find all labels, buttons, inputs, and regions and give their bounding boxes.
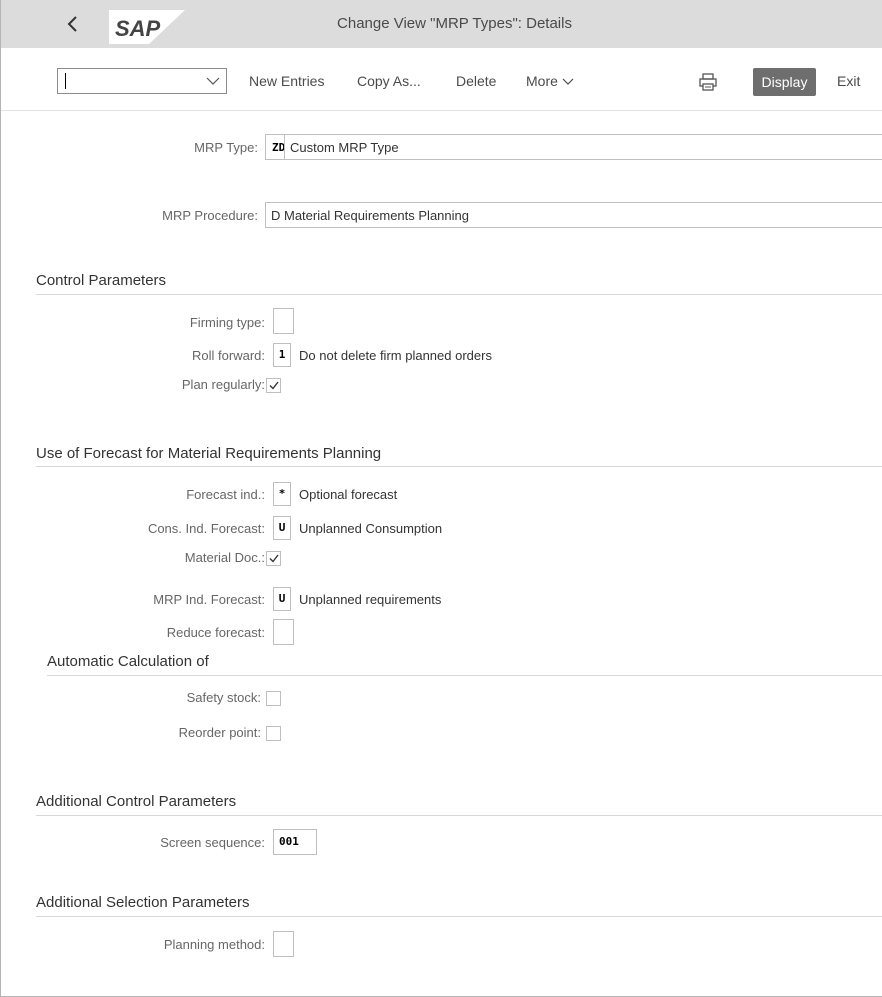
material-doc-label: Material Doc.: [184, 550, 265, 565]
printer-icon[interactable] [698, 72, 718, 92]
reorder-point-label: Reorder point: [178, 725, 261, 740]
chevron-down-icon [562, 78, 574, 86]
screen-sequence-label: Screen sequence: [160, 835, 265, 850]
mrp-procedure-field[interactable]: D Material Requirements Planning [265, 202, 882, 228]
back-button[interactable] [59, 10, 87, 38]
cons-ind-forecast-description: Unplanned Consumption [299, 521, 443, 536]
firming-type-input[interactable] [273, 308, 294, 334]
reduce-forecast-label: Reduce forecast: [166, 625, 265, 640]
section-divider [36, 466, 882, 467]
cons-ind-forecast-label: Cons. Ind. Forecast: [147, 521, 265, 536]
forecast-ind-label: Forecast ind.: [186, 487, 265, 502]
more-button[interactable]: More [526, 68, 574, 94]
planning-method-label: Planning method: [163, 937, 265, 952]
checkmark-icon [269, 381, 279, 390]
forecast-ind-description: Optional forecast [299, 487, 398, 502]
roll-forward-input[interactable]: 1 [273, 343, 291, 367]
forecast-ind-input[interactable]: * [273, 482, 291, 506]
logo-text: SAP [115, 16, 161, 41]
toolbar: New Entries Copy As... Delete More Displ… [1, 48, 882, 111]
app-window: Change View "MRP Types": Details SAP New… [0, 0, 882, 997]
checkmark-icon [269, 554, 279, 563]
section-additional-selection: Additional Selection Parameters [36, 894, 250, 911]
safety-stock-checkbox[interactable] [266, 691, 281, 706]
exit-button[interactable]: Exit [837, 68, 860, 94]
mrp-procedure-value: D Material Requirements Planning [271, 208, 469, 223]
sap-logo: SAP [109, 10, 185, 44]
copy-as-button[interactable]: Copy As... [357, 68, 421, 94]
section-divider [36, 294, 882, 295]
new-entries-button[interactable]: New Entries [249, 68, 324, 94]
field-divider [284, 135, 285, 159]
mrp-type-label: MRP Type: [194, 140, 258, 155]
section-control-parameters: Control Parameters [36, 272, 167, 289]
reorder-point-checkbox[interactable] [266, 726, 281, 741]
safety-stock-label: Safety stock: [186, 690, 261, 705]
cons-ind-forecast-input[interactable]: U [273, 516, 291, 540]
plan-regularly-label: Plan regularly: [181, 377, 265, 392]
reduce-forecast-input[interactable] [273, 619, 294, 645]
chevron-down-icon[interactable] [206, 76, 220, 86]
chevron-left-icon [67, 16, 77, 32]
mrp-type-description: Custom MRP Type [290, 140, 399, 155]
section-divider [47, 675, 882, 676]
mrp-type-field[interactable]: ZD Custom MRP Type [265, 134, 882, 160]
mrp-ind-forecast-label: MRP Ind. Forecast: [153, 592, 265, 607]
text-caret [65, 73, 66, 89]
section-additional-control: Additional Control Parameters [36, 793, 237, 810]
material-doc-checkbox[interactable] [266, 551, 281, 566]
mrp-ind-forecast-description: Unplanned requirements [299, 592, 442, 607]
section-divider [36, 815, 882, 816]
delete-button[interactable]: Delete [456, 68, 496, 94]
section-forecast: Use of Forecast for Material Requirement… [36, 445, 382, 462]
screen-sequence-input[interactable]: 001 [273, 829, 317, 855]
plan-regularly-checkbox[interactable] [266, 378, 281, 393]
section-automatic-calculation: Automatic Calculation of [47, 653, 209, 670]
roll-forward-description: Do not delete firm planned orders [299, 348, 492, 363]
firming-type-label: Firming type: [189, 315, 265, 330]
display-button[interactable]: Display [753, 68, 816, 96]
section-divider [36, 916, 882, 917]
command-field[interactable] [57, 68, 227, 94]
mrp-ind-forecast-input[interactable]: U [273, 587, 291, 611]
planning-method-input[interactable] [273, 931, 294, 957]
roll-forward-label: Roll forward: [192, 348, 265, 363]
mrp-procedure-label: MRP Procedure: [162, 208, 258, 223]
shell-header: Change View "MRP Types": Details SAP [1, 0, 882, 48]
more-label: More [526, 73, 558, 89]
